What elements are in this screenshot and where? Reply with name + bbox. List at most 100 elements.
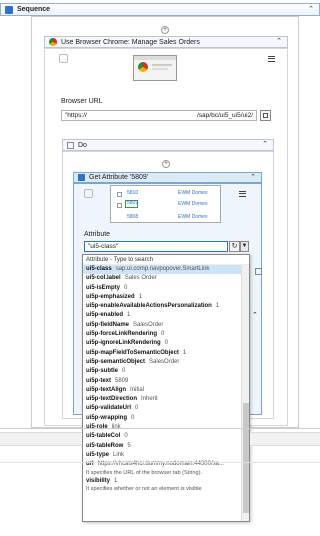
thumb-label: EWM Domes (178, 214, 208, 220)
attribute-label: Attribute (84, 231, 111, 238)
attribute-field[interactable]: "ui5-class" (84, 241, 228, 252)
dropdown-item[interactable]: visibility 1 (83, 477, 249, 486)
dropdown-item[interactable]: ui5-col.label Sales Order (83, 274, 249, 283)
browser-url-field[interactable]: "https:// /sap/bc/ui5_ui5/ui2/ (61, 110, 257, 121)
checkbox-icon[interactable] (255, 268, 262, 275)
use-browser-title: Use Browser Chrome: Manage Sales Orders (61, 38, 200, 46)
dropdown-item[interactable]: ui5-tableCol 0 (83, 432, 249, 441)
collapse-chevron-icon[interactable]: ⌃ (307, 6, 315, 14)
use-browser-header[interactable]: Use Browser Chrome: Manage Sales Orders … (44, 36, 288, 48)
dropdown-item[interactable]: ui5p-enabled 1 (83, 311, 249, 320)
do-header[interactable]: Do ⌃ (62, 139, 274, 151)
item-value: SalesOrder (149, 358, 180, 365)
item-name: ui5p-enabled (86, 312, 124, 319)
attribute-dropdown[interactable]: Attribute - Type to search ui5-class sap.… (82, 254, 250, 522)
item-value: 0 (122, 368, 126, 375)
item-name: ui5p-textDirection (86, 396, 138, 403)
item-name: ui5p-emphasized (86, 293, 135, 300)
dropdown-item[interactable]: ui5p-validateUrl 0 (83, 404, 249, 413)
dropdown-item[interactable]: ui5p-enableAvailableActionsPersonalizati… (83, 302, 249, 311)
element-thumbnail: 5810 EWM Domes 5809 EWM Domes 5808 EWM D… (110, 185, 221, 223)
chrome-icon (49, 38, 57, 46)
item-value: 0 (131, 414, 135, 421)
collapse-chevron-icon[interactable]: ⌃ (275, 38, 283, 46)
visibility-description: It specifies whether or not an element i… (86, 485, 202, 492)
item-value: sap.ui.comp.navpopover.SmartLink (115, 266, 210, 272)
item-value: 0 (124, 433, 128, 440)
dropdown-item[interactable]: ui5-type Link (83, 451, 249, 460)
add-activity-icon[interactable]: + (162, 160, 170, 168)
item-value: 5 (127, 442, 131, 449)
indicate-target-icon[interactable] (84, 189, 93, 198)
item-value: 1 (215, 303, 220, 310)
dropdown-item[interactable]: ui5p-semanticObject SalesOrder (83, 358, 249, 367)
item-name: ui5-isEmpty (86, 284, 121, 291)
dropdown-arrow-icon[interactable]: ▼ (240, 241, 249, 252)
dropdown-item[interactable]: ui5p-mapFieldToSemanticObject 1 (83, 349, 249, 358)
divider (0, 462, 320, 463)
collapse-chevron-icon[interactable]: ⌃ (252, 311, 258, 319)
dropdown-item[interactable]: ui5p-fieldName SalesOrder (83, 321, 249, 330)
refresh-icon[interactable]: ↻ (229, 241, 240, 252)
item-value: 1 (114, 477, 118, 484)
sequence-header[interactable]: Sequence ⌃ (0, 3, 320, 16)
indicate-target-icon[interactable] (59, 54, 68, 63)
get-attribute-icon (78, 174, 85, 181)
item-name: ui5-tableRow (86, 442, 124, 449)
dropdown-item[interactable]: ui5p-emphasized 1 (83, 293, 249, 302)
url-description: It specifies the URL of the browser tab … (86, 469, 203, 476)
add-activity-icon[interactable]: + (161, 26, 169, 34)
dropdown-header: Attribute - Type to search (83, 255, 249, 265)
item-value: 0 (161, 331, 165, 338)
get-attribute-header[interactable]: Get Attribute '5809' ⌃ (73, 172, 262, 183)
item-value: Sales Order (124, 275, 157, 282)
item-name: ui5p-validateUrl (86, 405, 132, 412)
dropdown-scrollbar[interactable] (241, 265, 249, 521)
item-value: SalesOrder (133, 321, 164, 328)
url-start: "https:// (65, 112, 87, 119)
item-value: 0 (135, 405, 139, 412)
dropdown-item[interactable]: ui5p-textDirection Inherit (83, 395, 249, 404)
dropdown-item[interactable]: ui5p-wrapping 0 (83, 414, 249, 423)
do-title: Do (78, 141, 87, 149)
thumb-label: EWM Domes (178, 190, 208, 196)
item-value: 0 (164, 340, 169, 347)
bottom-panel-right (250, 432, 320, 446)
browser-thumbnail (133, 55, 177, 81)
item-name: ui5-col.label (86, 275, 121, 282)
dropdown-item[interactable]: ui5-isEmpty 0 (83, 284, 249, 293)
browser-url-label: Browser URL (61, 98, 103, 105)
item-value: Inherit (141, 396, 158, 403)
item-name: ui5p-subtle (86, 368, 119, 375)
thumb-id-5809: 5809 (125, 200, 139, 208)
collapse-chevron-icon[interactable]: ⌃ (249, 174, 257, 182)
url-expression-button[interactable] (260, 110, 271, 121)
item-name: ui5p-textAlign (86, 386, 126, 393)
item-value: 1 (127, 312, 131, 319)
collapse-chevron-icon[interactable]: ⌃ (261, 141, 269, 149)
item-value: 1 (138, 293, 143, 300)
item-name: ui5-type (86, 451, 110, 458)
scrollbar-thumb[interactable] (243, 403, 249, 513)
item-name: visibility (86, 477, 111, 484)
item-name: ui5p-wrapping (86, 414, 127, 421)
chrome-logo-icon (138, 62, 148, 72)
dropdown-item[interactable]: ui5p-textAlign Initial (83, 386, 249, 395)
dropdown-item[interactable]: ui5-class sap.ui.comp.navpopover.SmartLin… (83, 265, 249, 275)
dropdown-item[interactable]: ui5p-subtle 0 (83, 367, 249, 376)
item-value: Link (113, 451, 125, 458)
dropdown-item[interactable]: ui5p-ignoreLinkRendering 0 (83, 339, 249, 348)
item-name: ui5p-mapFieldToSemanticObject (86, 349, 179, 356)
menu-icon[interactable] (238, 189, 247, 198)
do-icon (67, 141, 74, 149)
dropdown-item[interactable]: ui5p-forceLinkRendering 0 (83, 330, 249, 339)
sequence-title: Sequence (17, 6, 51, 13)
divider (0, 428, 320, 429)
dropdown-item[interactable]: ui5p-text 5809 (83, 377, 249, 386)
sequence-icon (5, 5, 13, 14)
item-name: ui5-class (86, 266, 112, 272)
dropdown-item[interactable]: ui5-tableRow 5 (83, 442, 249, 451)
menu-icon[interactable] (267, 54, 276, 63)
thumb-id-5808: 5808 (127, 214, 139, 220)
item-name: ui5p-semanticObject (86, 358, 146, 365)
